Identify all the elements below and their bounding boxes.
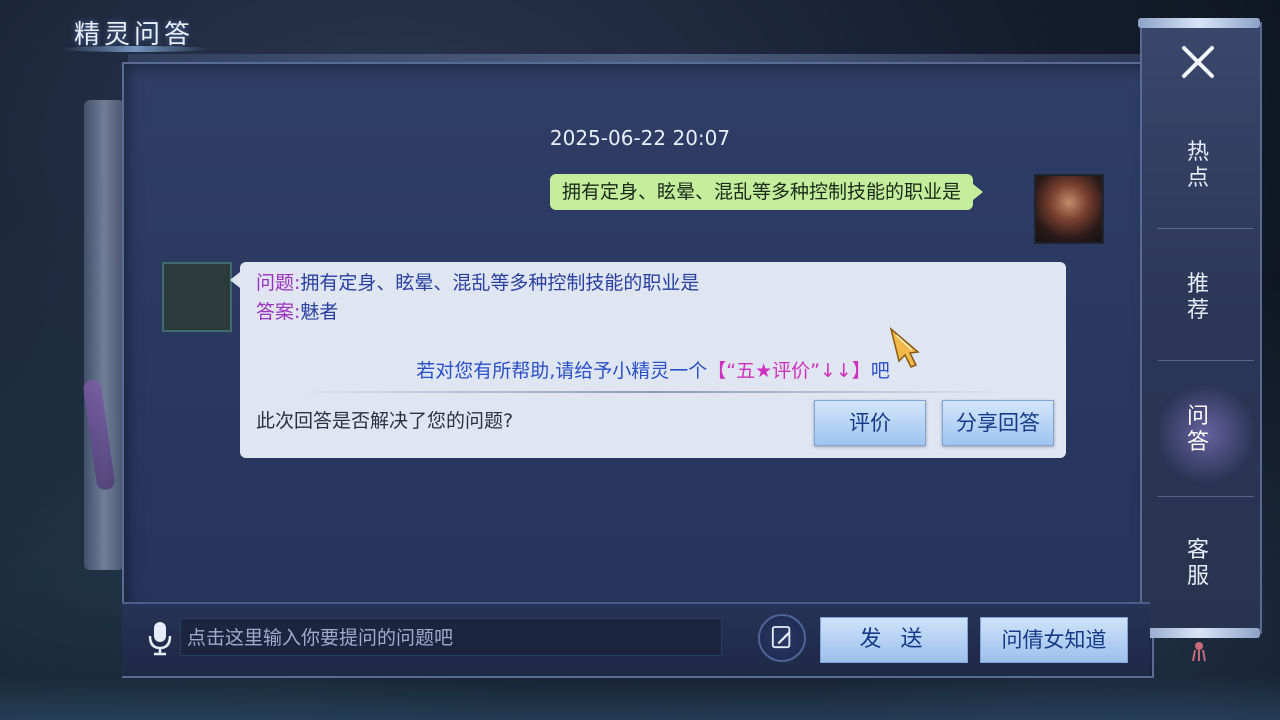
nav-divider (1158, 360, 1254, 361)
tassel-icon (1192, 642, 1206, 662)
question-text: 拥有定身、眩晕、混乱等多种控制技能的职业是 (300, 272, 700, 294)
send-button[interactable]: 发 送 (820, 617, 968, 663)
title-swoosh (60, 46, 210, 52)
scroll-decoration (84, 100, 124, 570)
nav-tab-label-1: 热 (1186, 140, 1211, 165)
question-row: 问题:拥有定身、眩晕、混乱等多种控制技能的职业是 (256, 268, 699, 295)
answer-card: 问题:拥有定身、眩晕、混乱等多种控制技能的职业是 答案:魅者 若对您有所帮助,请… (230, 262, 1066, 458)
edit-note-button[interactable] (758, 614, 806, 662)
answer-row: 答案:魅者 (256, 297, 338, 324)
close-icon[interactable] (1174, 40, 1222, 84)
nav-tab-service[interactable]: 客 服 (1160, 538, 1238, 590)
message-timestamp: 2025-06-22 20:07 (549, 126, 731, 150)
edit-note-icon (771, 626, 791, 649)
question-label: 问题: (256, 272, 301, 294)
rating-prompt: 若对您有所帮助,请给予小精灵一个【“五★评价”↓↓】吧 (240, 356, 1066, 383)
card-divider (296, 391, 1010, 393)
share-answer-button[interactable]: 分享回答 (942, 400, 1054, 446)
ask-qiannv-button[interactable]: 问倩女知道 (980, 617, 1128, 663)
nav-tab-recommend[interactable]: 推 荐 (1160, 272, 1238, 324)
answer-text: 魅者 (300, 301, 339, 323)
rating-prompt-suffix: 吧 (870, 360, 890, 382)
answer-label: 答案: (256, 301, 301, 323)
bot-avatar (162, 262, 232, 332)
user-message-bubble: 拥有定身、眩晕、混乱等多种控制技能的职业是 (550, 174, 984, 210)
nav-tab-label-1: 推 (1186, 272, 1211, 297)
nav-tab-label-1: 问 (1186, 404, 1211, 429)
nav-tab-qa[interactable]: 问 答 (1160, 404, 1238, 456)
nav-tab-hot[interactable]: 热 点 (1160, 140, 1238, 192)
mic-icon[interactable] (146, 620, 174, 656)
nav-tab-label-2: 点 (1186, 166, 1211, 191)
rating-prompt-highlight: 【“五★评价”↓↓】 (707, 360, 871, 382)
nav-divider (1158, 496, 1254, 497)
nav-tab-label-1: 客 (1186, 538, 1211, 563)
user-avatar (1034, 174, 1104, 244)
nav-tab-label-2: 答 (1186, 430, 1211, 455)
nav-divider (1158, 228, 1254, 229)
nav-top-rod (1138, 18, 1260, 28)
rating-prompt-prefix: 若对您有所帮助,请给予小精灵一个 (416, 360, 708, 382)
rate-button[interactable]: 评价 (814, 400, 926, 446)
resolved-question: 此次回答是否解决了您的问题? (256, 410, 514, 432)
nav-tab-label-2: 荐 (1186, 298, 1211, 323)
nav-tab-label-2: 服 (1186, 564, 1211, 589)
ground-glow (0, 676, 1280, 720)
nav-bottom-rod (1138, 628, 1260, 638)
question-input[interactable]: 点击这里输入你要提问的问题吧 (180, 618, 722, 656)
pointer-cursor-icon (889, 326, 920, 368)
